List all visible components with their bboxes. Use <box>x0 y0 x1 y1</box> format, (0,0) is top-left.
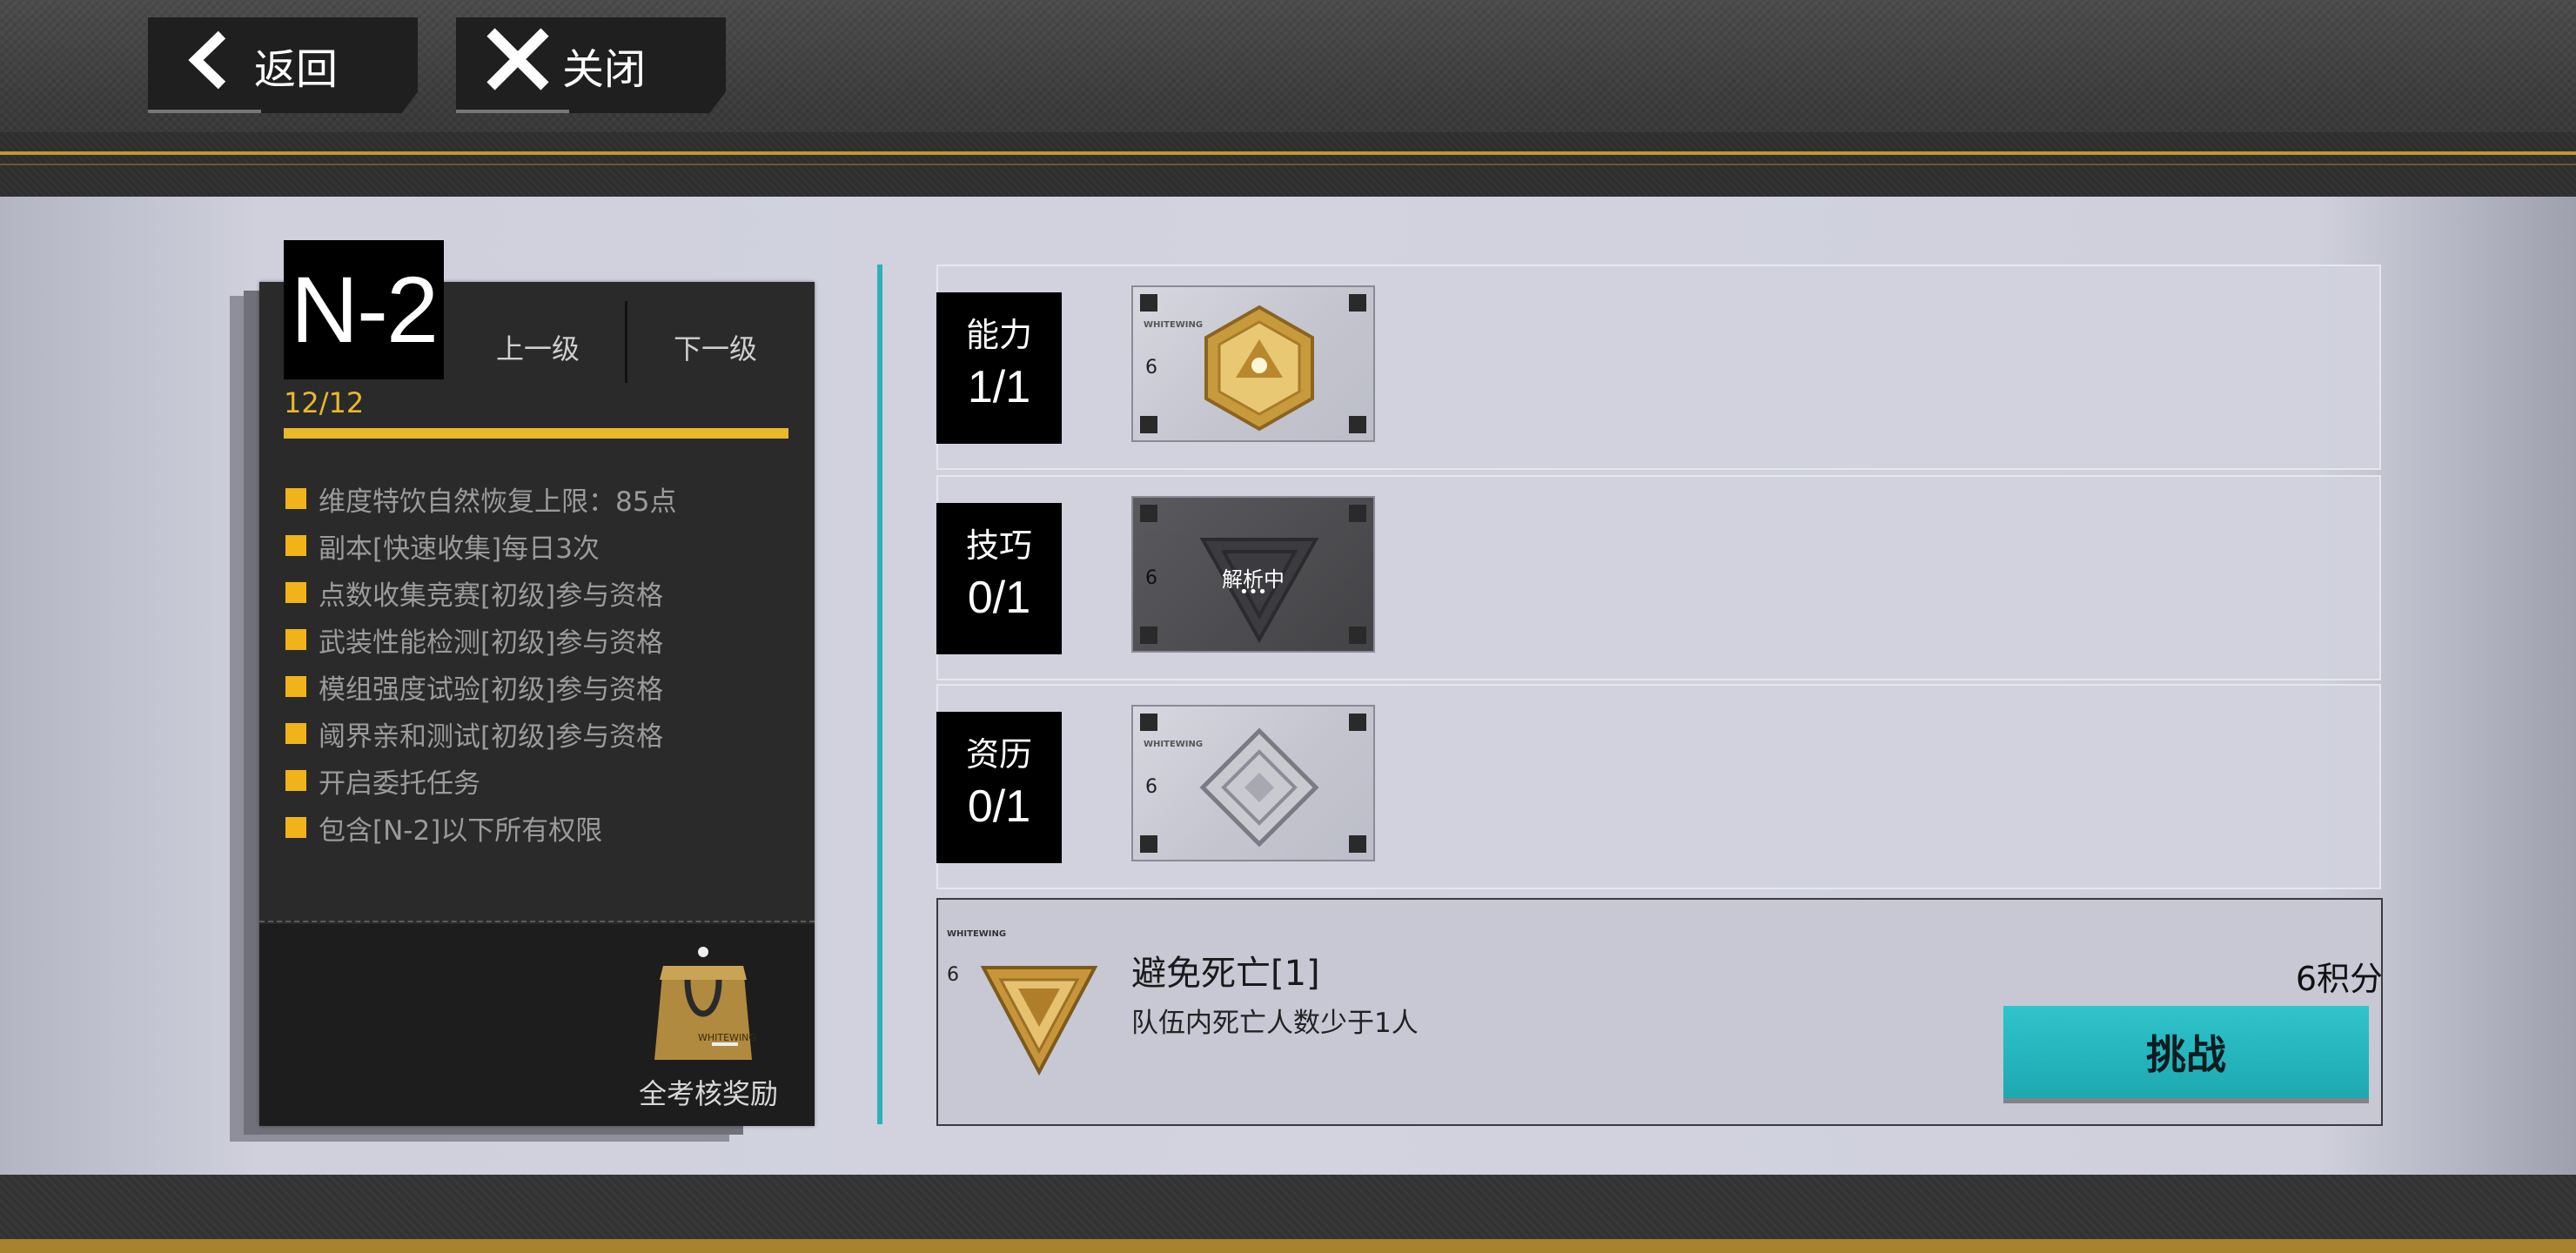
close-button-label: 关闭 <box>562 45 647 94</box>
bullet-square-icon <box>285 535 306 556</box>
back-button-underline <box>148 110 261 113</box>
criteria-label-value: 0/1 <box>967 573 1031 623</box>
close-button[interactable]: 关闭 <box>456 17 726 113</box>
challenge-description: 队伍内死亡人数少于1人 <box>1131 1008 1419 1039</box>
bullet-square-icon <box>285 723 306 744</box>
challenge-points: 6积分 <box>2295 960 2383 998</box>
challenge-button[interactable]: 挑战 <box>2003 1006 2369 1098</box>
prev-level-button[interactable]: 上一级 <box>496 327 580 367</box>
benefit-item: 维度特饮自然恢复上限：85点 <box>285 475 676 522</box>
level-nav-divider <box>625 301 627 383</box>
criteria-label-value: 0/1 <box>967 781 1031 832</box>
bottom-bar <box>0 1175 2576 1253</box>
benefit-item: 武装性能检测[初级]参与资格 <box>285 616 676 663</box>
challenge-title: 避免死亡[1] <box>1131 954 1320 994</box>
bullet-square-icon <box>285 488 306 509</box>
benefit-text: 包含[N-2]以下所有权限 <box>319 814 603 847</box>
benefit-item: 模组强度试验[初级]参与资格 <box>285 663 676 710</box>
level-progress-bar <box>284 428 788 439</box>
bullet-square-icon <box>285 676 306 697</box>
challenge-brand: WHITEWING <box>947 929 1007 939</box>
close-button-underline <box>456 110 569 113</box>
criteria-label-experience: 资历 0/1 <box>936 712 1062 863</box>
back-button-label: 返回 <box>254 45 339 94</box>
badge-number: 6 <box>1145 776 1157 798</box>
criteria-label-skill: 技巧 0/1 <box>936 503 1062 654</box>
benefit-text: 阈界亲和测试[初级]参与资格 <box>319 720 664 753</box>
benefit-item: 包含[N-2]以下所有权限 <box>285 804 676 851</box>
criteria-label-text: 资历 <box>965 735 1032 774</box>
challenge-number: 6 <box>947 964 959 986</box>
bullet-square-icon <box>285 770 306 791</box>
bullet-square-icon <box>285 629 306 650</box>
benefit-text: 武装性能检测[初级]参与资格 <box>319 626 664 659</box>
close-icon <box>486 27 550 104</box>
reward-bag-brand: WHITEWING <box>698 1032 755 1043</box>
skill-badge-card[interactable]: WHITEWING 6 解析中 ••• <box>1131 496 1375 653</box>
bottom-gold-strip <box>0 1239 2576 1253</box>
gold-hexagon-emblem-icon <box>1204 305 1314 432</box>
badge-number: 6 <box>1145 357 1157 379</box>
criteria-label-text: 技巧 <box>965 526 1032 565</box>
benefit-text: 副本[快速收集]每日3次 <box>319 533 600 565</box>
panel-dashed-divider <box>259 921 815 922</box>
reward-bag-icon[interactable]: WHITEWING <box>651 945 756 1065</box>
criteria-label-value: 1/1 <box>967 362 1031 412</box>
top-bar: 返回 关闭 <box>0 0 2576 197</box>
gold-divider-line <box>0 151 2576 155</box>
benefit-item: 点数收集竞赛[初级]参与资格 <box>285 569 676 616</box>
ability-badge-card[interactable]: WHITEWING 6 <box>1131 285 1375 442</box>
bullet-square-icon <box>285 582 306 603</box>
benefit-item: 开启委托任务 <box>285 757 676 804</box>
reward-label: 全考核奖励 <box>639 1077 779 1110</box>
benefits-list: 维度特饮自然恢复上限：85点 副本[快速收集]每日3次点数收集竞赛[初级]参与资格… <box>285 475 676 851</box>
gold-triangle-emblem-icon <box>980 966 1098 1076</box>
analyzing-dots: ••• <box>1239 583 1267 601</box>
level-progress-text: 12/12 <box>284 386 365 419</box>
level-name: N-2 <box>284 240 444 379</box>
benefit-item: 阈界亲和测试[初级]参与资格 <box>285 710 676 757</box>
silver-diamond-emblem-icon <box>1199 727 1319 848</box>
bullet-square-icon <box>285 817 306 838</box>
back-button[interactable]: 返回 <box>148 17 418 113</box>
vertical-divider <box>877 265 882 1124</box>
benefit-text: 维度特饮自然恢复上限：85点 <box>319 486 677 518</box>
benefit-item: 副本[快速收集]每日3次 <box>285 522 676 569</box>
next-level-button[interactable]: 下一级 <box>674 327 757 367</box>
criteria-label-ability: 能力 1/1 <box>936 292 1062 444</box>
benefit-text: 点数收集竞赛[初级]参与资格 <box>319 580 664 612</box>
chevron-left-icon <box>178 28 242 103</box>
benefit-text: 开启委托任务 <box>319 767 480 800</box>
thin-divider-line <box>0 164 2576 165</box>
experience-badge-card[interactable]: WHITEWING 6 <box>1131 705 1375 861</box>
level-progress-fill <box>284 428 788 439</box>
benefit-text: 模组强度试验[初级]参与资格 <box>319 673 664 706</box>
criteria-label-text: 能力 <box>965 316 1032 354</box>
